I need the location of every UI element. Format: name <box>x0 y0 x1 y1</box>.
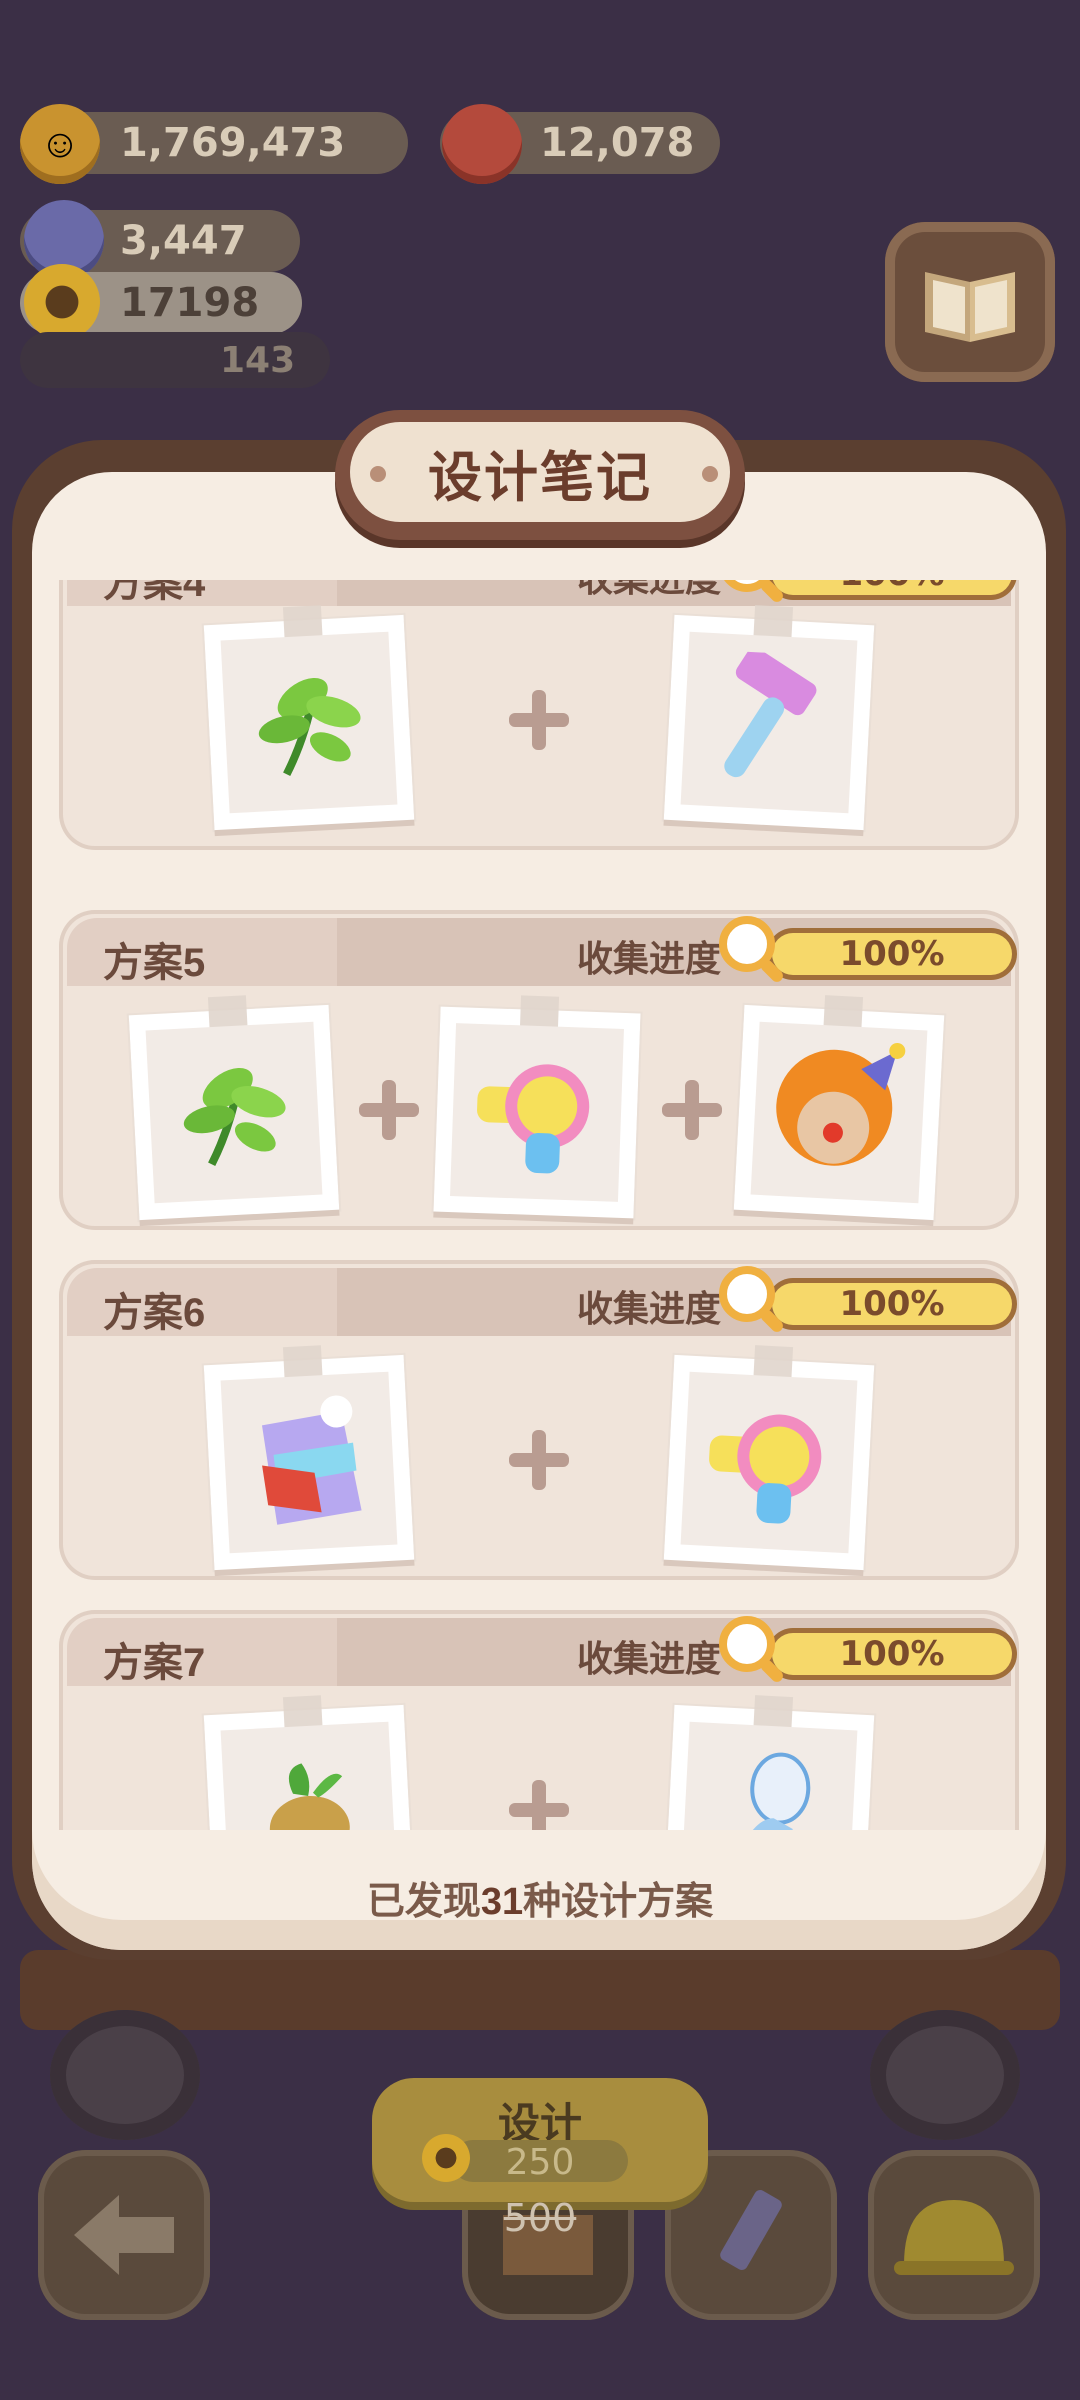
footer-count: 31 <box>480 1881 524 1923</box>
item-card[interactable] <box>663 1695 875 1830</box>
design-button[interactable]: 设计 250 <box>372 2078 708 2202</box>
original-cost: 500 <box>503 2196 577 2240</box>
item-card[interactable] <box>733 995 945 1221</box>
progress-value: 100% <box>839 1634 945 1674</box>
rainbow-bag-icon <box>261 1394 362 1525</box>
title-rivet-left <box>370 466 386 482</box>
plan-card: 方案5 收集进度 100% <box>59 910 1019 1230</box>
footer-prefix: 已发现 <box>366 1881 481 1923</box>
progress-label: 收集进度 <box>577 580 721 602</box>
clown-wig-icon <box>776 1042 906 1166</box>
cost-bar: 250 <box>452 2140 628 2183</box>
item-card[interactable] <box>203 1345 415 1571</box>
left-wheel <box>50 2010 200 2140</box>
progress-bar: 100% <box>767 1628 1017 1680</box>
strawberry-value: 12,078 <box>540 120 695 166</box>
cost-value: 250 <box>505 2142 575 2183</box>
sunflower-icon <box>422 2134 470 2182</box>
friends-value: 143 <box>220 339 296 381</box>
gold-coin-icon: ☺ <box>20 104 100 184</box>
title-rivet-right <box>702 466 718 482</box>
magnifier-icon <box>719 1266 783 1332</box>
helmet-button[interactable] <box>868 2150 1040 2320</box>
item-card[interactable] <box>663 1345 875 1571</box>
plan-header: 方案4 收集进度 100% <box>67 580 1017 606</box>
plus-icon <box>509 1430 569 1490</box>
mask-icon <box>731 1752 811 1830</box>
sunflower-value: 17198 <box>120 280 260 326</box>
progress-label: 收集进度 <box>577 938 722 979</box>
friends-counter: 143 <box>20 332 330 388</box>
plan-list[interactable]: 方案4 收集进度 100% <box>55 580 1025 1830</box>
item-card[interactable] <box>663 605 875 831</box>
plan-name: 方案5 <box>103 941 206 985</box>
gem-value: 3,447 <box>120 218 247 264</box>
plus-icon <box>509 1780 569 1830</box>
progress-bar: 100% <box>767 928 1017 980</box>
progress-label: 收集进度 <box>577 1288 722 1329</box>
sunflower-icon <box>24 264 100 340</box>
notebook-button[interactable] <box>885 222 1055 382</box>
discovered-count: 已发现31种设计方案 <box>0 1870 1080 1925</box>
wooden-board <box>20 1950 1060 2030</box>
herb-icon <box>258 677 361 776</box>
pencil-icon <box>720 2190 782 2270</box>
plan-header: 方案7 收集进度 100% <box>67 1616 1017 1686</box>
right-wheel <box>870 2010 1020 2140</box>
plan-header: 方案5 收集进度 100% <box>67 916 1017 986</box>
plan-name: 方案4 <box>103 580 206 605</box>
plus-icon <box>662 1080 722 1140</box>
plan-card: 方案4 收集进度 100% <box>59 580 1019 850</box>
herb-icon <box>183 1067 286 1166</box>
plan-name: 方案6 <box>103 1291 206 1335</box>
plan-card: 方案7 收集进度 100% <box>59 1610 1019 1830</box>
back-arrow-icon <box>74 2195 174 2275</box>
progress-value: 100% <box>839 934 945 974</box>
plus-icon <box>509 690 569 750</box>
razor-icon <box>724 649 817 777</box>
progress-bar: 100% <box>767 1278 1017 1330</box>
footer-suffix: 种设计方案 <box>523 1881 714 1923</box>
plan-header: 方案6 收集进度 100% <box>67 1266 1017 1336</box>
gold-value: 1,769,473 <box>120 120 346 166</box>
plus-icon <box>359 1080 419 1140</box>
item-card[interactable] <box>433 995 641 1219</box>
item-card[interactable] <box>128 995 340 1221</box>
item-card[interactable] <box>203 1695 415 1830</box>
progress-value: 100% <box>839 1284 945 1324</box>
magnifier-icon <box>719 1616 783 1682</box>
hair-dryer-icon <box>477 1063 590 1173</box>
strawberry-icon <box>442 104 522 184</box>
modal-title: 设计笔记 <box>350 422 730 522</box>
progress-value: 100% <box>767 580 1017 594</box>
item-card[interactable] <box>203 605 415 831</box>
plan-name: 方案7 <box>103 1641 206 1685</box>
helmet-icon <box>894 2200 1014 2275</box>
magnifier-icon <box>719 916 783 982</box>
back-button[interactable] <box>38 2150 210 2320</box>
progress-label: 收集进度 <box>577 1638 722 1679</box>
book-icon <box>925 272 1015 342</box>
mandrake-icon <box>269 1762 350 1830</box>
plan-card: 方案6 收集进度 100% <box>59 1260 1019 1580</box>
progress-bar: 100% <box>767 580 1017 600</box>
magnifier-icon <box>724 580 783 602</box>
hair-dryer-icon <box>709 1414 822 1524</box>
